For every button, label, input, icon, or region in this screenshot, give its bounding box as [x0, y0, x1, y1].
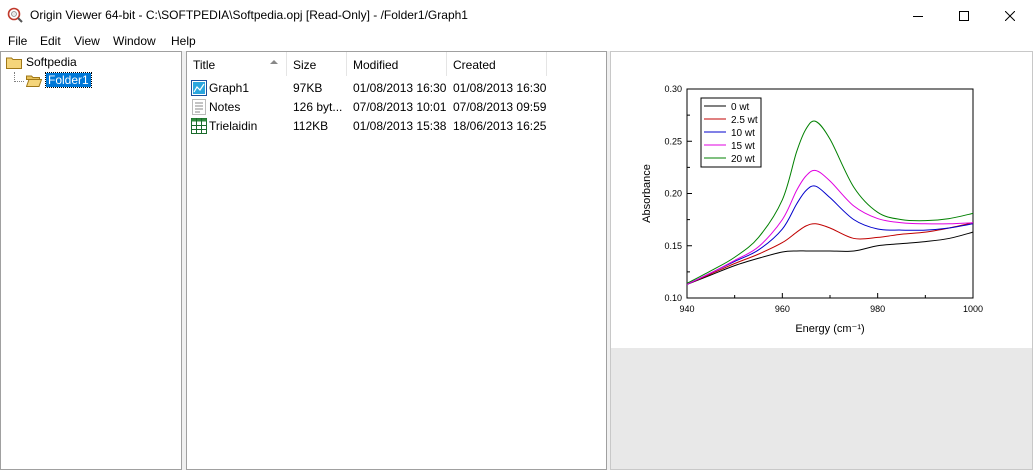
x-axis-label: Energy (cm⁻¹): [795, 323, 864, 335]
cell-size: 126 byt...: [293, 99, 343, 114]
legend-label: 15 wt: [731, 141, 755, 152]
window-title: Origin Viewer 64-bit - C:\SOFTPEDIA\Soft…: [30, 8, 468, 22]
graph-preview-page: 940 960 980 1000 0.10 0.15 0.20 0.25 0.30 0 wt 2.…: [611, 52, 1032, 348]
y-tick-label: 0.10: [664, 293, 682, 303]
list-item[interactable]: Trielaidin 112KB 01/08/2013 15:38 18/06/…: [187, 116, 547, 135]
graph-preview: 940 960 980 1000 0.10 0.15 0.20 0.25 0.30 0 wt 2.…: [610, 51, 1033, 470]
list-item[interactable]: Notes 126 byt... 07/08/2013 10:01 07/08/…: [187, 97, 547, 116]
series-line-2-5-wt: [686, 222, 974, 285]
list-header: Title Size Modified Created: [187, 52, 547, 76]
list-item[interactable]: Graph1 97KB 01/08/2013 16:30 01/08/2013 …: [187, 78, 547, 97]
cell-created: 01/08/2013 16:30: [453, 80, 547, 95]
file-list[interactable]: Title Size Modified Created Graph1 97KB …: [186, 51, 607, 470]
tree-item-root[interactable]: Softpedia: [6, 55, 77, 69]
minimize-button[interactable]: [895, 0, 941, 31]
sort-ascending-icon: [270, 60, 278, 64]
app-icon[interactable]: [7, 7, 23, 23]
y-tick-label: 0.15: [664, 241, 682, 251]
y-axis-label: Absorbance: [641, 164, 653, 223]
graph-icon: [191, 79, 207, 96]
tree-label-folder1: Folder1: [45, 72, 92, 88]
y-tick-label: 0.30: [664, 84, 682, 94]
menu-view[interactable]: View: [74, 34, 100, 48]
column-modified-label: Modified: [353, 58, 399, 72]
maximize-button[interactable]: [941, 0, 987, 31]
maximize-icon: [959, 10, 969, 21]
close-button[interactable]: [987, 0, 1033, 31]
menu-edit[interactable]: Edit: [40, 34, 61, 48]
cell-modified: 01/08/2013 16:30: [353, 80, 447, 95]
cell-modified: 07/08/2013 10:01: [353, 99, 447, 114]
cell-title: Graph1: [209, 80, 250, 95]
menu-file[interactable]: File: [8, 34, 27, 48]
x-tick-label: 960: [775, 304, 790, 314]
tree-connector: [14, 81, 24, 82]
notes-icon: [192, 98, 206, 115]
x-tick-label: 980: [870, 304, 885, 314]
cell-title: Trielaidin: [209, 118, 258, 133]
legend-label: 20 wt: [731, 154, 755, 165]
cell-modified: 01/08/2013 15:38: [353, 118, 447, 133]
cell-title: Notes: [209, 99, 241, 114]
title-bar: Origin Viewer 64-bit - C:\SOFTPEDIA\Soft…: [0, 0, 1033, 31]
series-line-0-wt: [686, 231, 974, 285]
menu-bar: File Edit View Window Help: [0, 31, 1033, 51]
cell-size: 97KB: [293, 80, 323, 95]
cell-size: 112KB: [293, 118, 329, 133]
project-tree[interactable]: Softpedia Folder1: [0, 51, 182, 470]
close-icon: [1005, 10, 1015, 21]
cell-created: 07/08/2013 09:59: [453, 99, 547, 114]
tree-label-root: Softpedia: [26, 55, 77, 69]
legend-label: 2.5 wt: [731, 115, 758, 126]
y-tick-label: 0.25: [664, 136, 682, 146]
minimize-icon: [913, 15, 923, 17]
x-tick-label: 1000: [963, 304, 983, 314]
legend-label: 0 wt: [731, 102, 750, 113]
column-title[interactable]: Title: [187, 52, 287, 76]
column-modified[interactable]: Modified: [347, 52, 447, 76]
column-size[interactable]: Size: [287, 52, 347, 76]
series-line-10-wt: [686, 185, 974, 285]
cell-created: 18/06/2013 16:25: [453, 118, 547, 133]
worksheet-icon: [191, 117, 207, 134]
folder-icon: [6, 57, 22, 69]
tree-item-folder1[interactable]: Folder1: [26, 72, 92, 88]
menu-help[interactable]: Help: [171, 34, 196, 48]
y-tick-label: 0.20: [664, 189, 682, 199]
column-created-label: Created: [453, 58, 496, 72]
legend-label: 10 wt: [731, 128, 755, 139]
x-tick-label: 940: [679, 304, 694, 314]
menu-window[interactable]: Window: [113, 34, 156, 48]
column-created[interactable]: Created: [447, 52, 547, 76]
absorbance-chart: 940 960 980 1000 0.10 0.15 0.20 0.25 0.30 0 wt 2.…: [641, 84, 983, 335]
column-size-label: Size: [293, 58, 317, 72]
column-title-label: Title: [193, 58, 216, 72]
open-folder-icon: [26, 75, 42, 87]
